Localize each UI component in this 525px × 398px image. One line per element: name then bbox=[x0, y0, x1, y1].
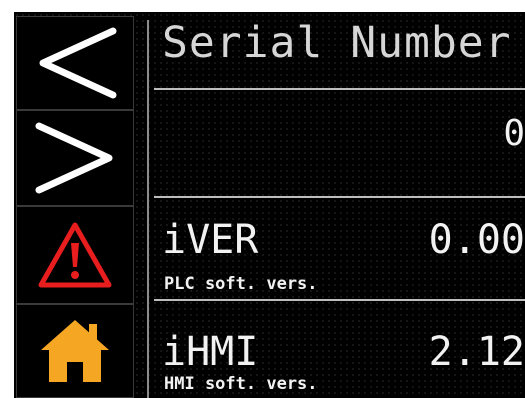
param-code: iHMI bbox=[162, 329, 259, 375]
parameter-panel: Serial Number 0 iVER 0.00 PLC soft. vers… bbox=[154, 12, 525, 398]
previous-page-button[interactable] bbox=[16, 16, 134, 110]
chevron-left-icon bbox=[39, 27, 117, 99]
divider bbox=[154, 196, 525, 198]
page-title: Serial Number bbox=[162, 18, 512, 68]
hmi-screen: Serial Number 0 iVER 0.00 PLC soft. vers… bbox=[14, 12, 525, 398]
vertical-divider bbox=[147, 20, 149, 398]
home-button[interactable] bbox=[16, 304, 134, 398]
param-code: iVER bbox=[162, 217, 259, 263]
param-description: PLC soft. vers. bbox=[164, 274, 318, 294]
param-value: 2.12 bbox=[428, 329, 525, 375]
divider bbox=[154, 88, 525, 90]
chevron-right-icon bbox=[35, 122, 113, 194]
next-page-button[interactable] bbox=[16, 110, 134, 206]
warning-triangle-icon bbox=[38, 222, 112, 288]
alarm-button[interactable] bbox=[16, 206, 134, 304]
home-icon bbox=[41, 320, 109, 382]
param-description: HMI soft. vers. bbox=[164, 374, 318, 394]
divider bbox=[154, 299, 525, 301]
sidebar bbox=[14, 12, 138, 398]
serial-number-value: 0 bbox=[503, 113, 525, 154]
param-value: 0.00 bbox=[428, 217, 525, 263]
